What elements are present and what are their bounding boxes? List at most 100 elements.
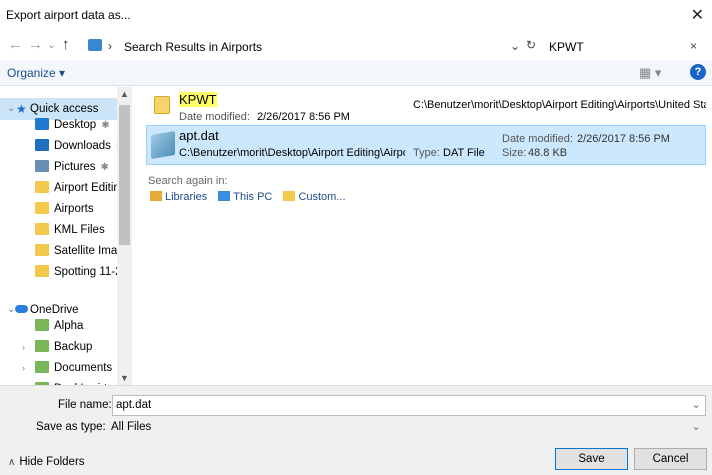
result-modified: 2/26/2017 8:56 PM bbox=[257, 111, 350, 123]
custom-folder-icon bbox=[283, 191, 296, 201]
sidebar-item[interactable]: Alpha bbox=[0, 316, 117, 338]
close-icon[interactable]: ✕ bbox=[691, 5, 704, 25]
scroll-up-icon[interactable]: ▲ bbox=[120, 89, 129, 99]
pin-icon[interactable]: ✱ bbox=[101, 162, 109, 173]
folder-icon bbox=[35, 160, 49, 172]
sidebar-item-label: OneDrive bbox=[30, 304, 79, 316]
savetype-select[interactable]: All Files ⌄ bbox=[107, 417, 706, 438]
onedrive-cloud-icon bbox=[15, 305, 28, 313]
result-modified: 2/26/2017 8:56 PM bbox=[577, 133, 670, 145]
sidebar-item-label: Downloads bbox=[54, 140, 111, 152]
search-custom-link[interactable]: Custom... bbox=[298, 191, 345, 203]
help-icon[interactable]: ? bbox=[690, 64, 706, 80]
sidebar-item[interactable]: Spotting 11-20-2 bbox=[0, 262, 132, 284]
title-bar: Export airport data as... ✕ bbox=[0, 0, 712, 30]
sidebar-item[interactable]: › Backup bbox=[0, 337, 117, 359]
sidebar-item[interactable]: Desktop ✱ bbox=[0, 115, 117, 137]
result-modified-label: Date modified: bbox=[502, 133, 573, 145]
address-bar[interactable]: › Search Results in Airports ⌄ ↻ bbox=[85, 35, 545, 57]
sidebar-item-label: KML Files bbox=[54, 224, 105, 236]
result-name: KPWT bbox=[179, 92, 217, 107]
pin-icon[interactable]: ✱ bbox=[101, 120, 109, 131]
up-arrow-icon[interactable]: ↑ bbox=[62, 36, 70, 53]
libraries-icon bbox=[150, 191, 162, 201]
back-arrow-icon[interactable]: ← bbox=[8, 36, 23, 53]
search-again-label: Search again in: bbox=[148, 175, 228, 187]
scrollbar-thumb[interactable] bbox=[119, 105, 130, 245]
refresh-icon[interactable]: ↻ bbox=[526, 38, 536, 52]
hide-folders-label: Hide Folders bbox=[19, 456, 85, 468]
sidebar-item[interactable]: › Documents bbox=[0, 358, 117, 380]
savetype-value[interactable]: All Files bbox=[111, 421, 151, 433]
window-title: Export airport data as... bbox=[6, 8, 131, 22]
result-modified-label: Date modified: bbox=[179, 111, 250, 123]
search-input[interactable]: KPWT × bbox=[543, 35, 703, 57]
folder-icon bbox=[35, 139, 49, 151]
result-path: C:\Benutzer\morit\Desktop\Airport Editin… bbox=[413, 99, 706, 111]
sidebar-item-label: Airport Editin bbox=[54, 182, 120, 194]
folder-icon bbox=[35, 181, 49, 193]
chevron-down-icon[interactable]: ⌄ bbox=[691, 418, 701, 437]
folder-icon bbox=[35, 118, 49, 130]
filename-value[interactable]: apt.dat bbox=[116, 399, 151, 411]
sidebar-item-label: Airports bbox=[54, 203, 94, 215]
clear-search-icon[interactable]: × bbox=[690, 39, 697, 53]
save-panel: File name: apt.dat ⌄ Save as type: All F… bbox=[0, 385, 712, 475]
folder-icon bbox=[35, 361, 49, 373]
this-pc-icon bbox=[218, 191, 231, 201]
result-type-label: Type: bbox=[413, 147, 440, 159]
sidebar-item[interactable]: Airports bbox=[0, 199, 117, 221]
filename-field[interactable]: apt.dat ⌄ bbox=[112, 395, 706, 416]
list-item-selected[interactable]: apt.dat C:\Benutzer\morit\Desktop\Airpor… bbox=[146, 125, 706, 165]
organize-button[interactable]: Organize ▾ bbox=[7, 66, 65, 80]
folder-icon bbox=[35, 265, 49, 277]
search-this-pc-link[interactable]: This PC bbox=[233, 191, 272, 203]
filename-label: File name: bbox=[58, 399, 112, 411]
folder-icon bbox=[35, 202, 49, 214]
view-options-icon[interactable]: ▦ ▾ bbox=[639, 65, 661, 81]
cancel-button[interactable]: Cancel bbox=[634, 448, 707, 470]
hide-folders-button[interactable]: ∧ Hide Folders bbox=[8, 456, 85, 468]
search-value[interactable]: KPWT bbox=[549, 40, 584, 54]
result-size: 48.8 KB bbox=[528, 147, 568, 159]
sidebar-item-label: Documents bbox=[54, 362, 113, 374]
result-type: DAT File bbox=[443, 147, 485, 159]
chevron-up-icon: ∧ bbox=[8, 457, 16, 468]
search-folder-icon bbox=[88, 39, 102, 51]
recent-locations-icon[interactable]: ⌄ bbox=[47, 38, 56, 51]
sidebar-item[interactable]: Airport Editin✱ bbox=[0, 178, 132, 200]
chevron-down-icon[interactable]: ⌄ bbox=[691, 396, 701, 415]
savetype-label: Save as type: bbox=[36, 421, 106, 433]
sidebar-item-label: Quick access bbox=[30, 103, 99, 115]
chevron-down-icon[interactable]: ⌄ bbox=[510, 39, 520, 53]
sidebar-item[interactable]: Satellite Images bbox=[0, 241, 132, 263]
folder-icon bbox=[35, 340, 49, 352]
navigation-bar: ← → ⌄ ↑ › Search Results in Airports ⌄ ↻… bbox=[0, 34, 712, 58]
sidebar-item-label: Alpha bbox=[54, 320, 84, 332]
file-icon bbox=[151, 130, 175, 160]
sidebar-item-label: Desktop bbox=[54, 119, 97, 131]
folder-icon bbox=[35, 244, 49, 256]
command-bar: Organize ▾ ▦ ▾ ? bbox=[0, 60, 712, 86]
folder-icon bbox=[35, 223, 49, 235]
sidebar-item[interactable]: Pictures ✱ bbox=[0, 157, 117, 179]
scroll-down-icon[interactable]: ▼ bbox=[120, 373, 129, 383]
breadcrumb[interactable]: Search Results in Airports bbox=[124, 40, 262, 54]
search-again-links: Libraries This PC Custom... bbox=[150, 191, 346, 203]
result-path: C:\Benutzer\morit\Desktop\Airport Editin… bbox=[179, 147, 405, 159]
forward-arrow-icon[interactable]: → bbox=[28, 36, 43, 53]
result-size-label: Size: bbox=[502, 147, 527, 159]
sidebar-scrollbar[interactable]: ▲ ▼ bbox=[117, 87, 132, 385]
navigation-pane: ⌄ ★ Quick access Desktop✱Downloads✱Pictu… bbox=[0, 87, 132, 385]
breadcrumb-separator-icon[interactable]: › bbox=[108, 39, 112, 53]
expand-chevron-icon[interactable]: › bbox=[22, 337, 25, 358]
expand-chevron-icon[interactable]: › bbox=[22, 358, 25, 379]
search-results-pane: KPWT Date modified: 2/26/2017 8:56 PM C:… bbox=[140, 87, 712, 385]
folder-icon bbox=[35, 319, 49, 331]
save-button[interactable]: Save bbox=[555, 448, 628, 470]
search-libraries-link[interactable]: Libraries bbox=[165, 191, 207, 203]
sidebar-item[interactable]: KML Files bbox=[0, 220, 117, 242]
sidebar-item-label: Backup bbox=[54, 341, 93, 353]
result-name: apt.dat bbox=[179, 128, 219, 143]
sidebar-item[interactable]: Downloads✱ bbox=[0, 136, 124, 158]
